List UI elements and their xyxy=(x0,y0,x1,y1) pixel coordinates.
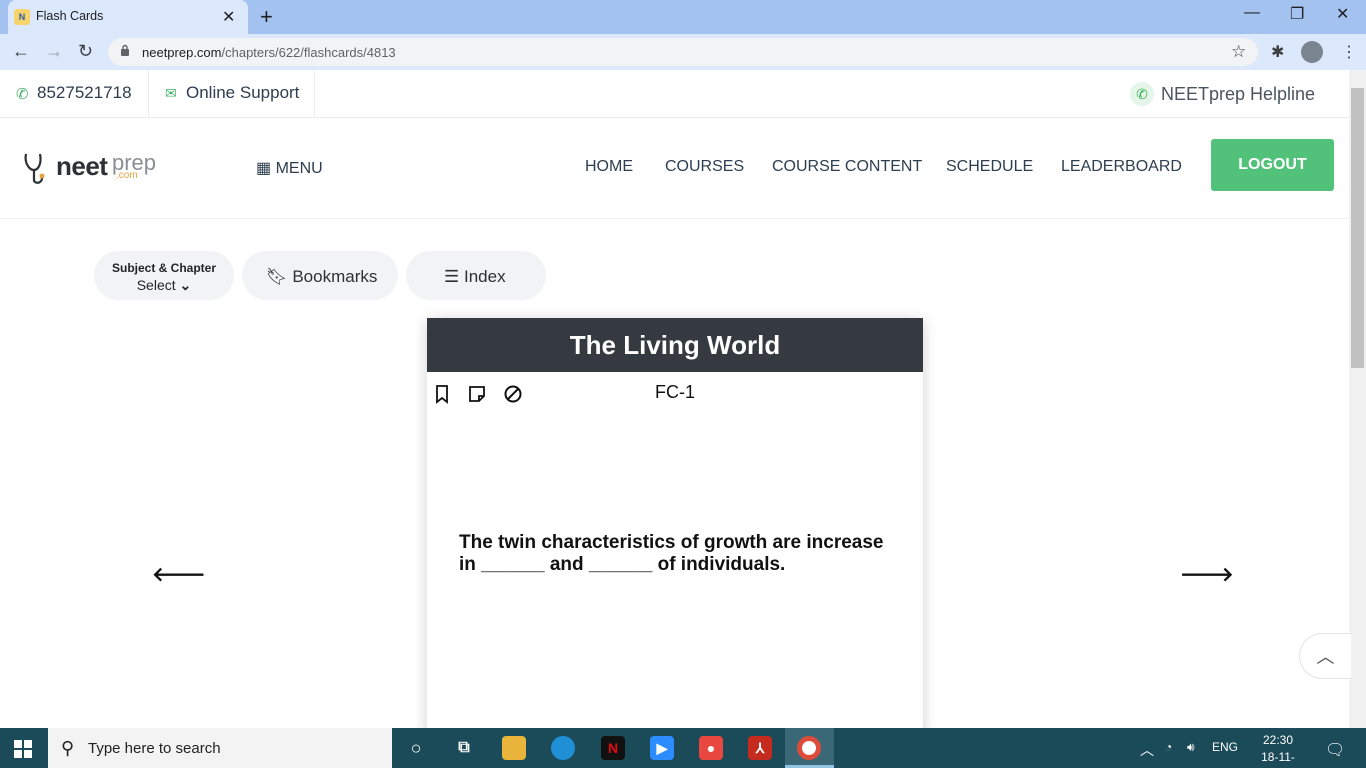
browser-menu-icon[interactable]: ⋮ xyxy=(1341,42,1357,62)
nav-courses[interactable]: COURSES xyxy=(665,158,744,176)
subject-chapter-label: Subject & Chapter xyxy=(111,261,216,275)
extensions-icon[interactable]: ✱ xyxy=(1271,42,1284,62)
clock-date: 18-11-2020 xyxy=(1261,750,1295,768)
bookmarks-button-content[interactable]: 🔖︎ Bookmarks xyxy=(266,267,377,287)
back-icon[interactable]: ← xyxy=(12,41,30,62)
taskbar-search-placeholder[interactable]: Type here to search xyxy=(88,740,221,757)
flash-card[interactable] xyxy=(427,318,923,738)
flashcard-question: The twin characteristics of growth are i… xyxy=(459,532,884,575)
windows-start-icon[interactable] xyxy=(14,740,32,758)
chevron-down-icon: ⌄ xyxy=(179,277,192,293)
online-support-link[interactable]: Online Support xyxy=(186,83,299,103)
tab-title[interactable]: Flash Cards xyxy=(36,9,103,23)
show-hidden-icons-icon[interactable]: ︿ xyxy=(1140,740,1154,760)
divider xyxy=(148,70,149,118)
acrobat-icon[interactable]: ⅄ xyxy=(748,736,772,760)
scroll-to-top-button[interactable]: ︿ xyxy=(1299,633,1351,679)
volume-icon[interactable]: 🔊︎ xyxy=(1187,740,1195,755)
restore-icon[interactable]: ❐ xyxy=(1290,4,1304,24)
minimize-icon[interactable]: — xyxy=(1244,4,1260,22)
recorder-app-icon[interactable]: ● xyxy=(699,736,723,760)
header-divider xyxy=(0,218,1349,219)
nav-schedule[interactable]: SCHEDULE xyxy=(946,158,1033,176)
zoom-icon[interactable]: ▶ xyxy=(650,736,674,760)
close-tab-icon[interactable]: ✕ xyxy=(222,7,235,27)
subject-select-value[interactable]: Select ⌄ xyxy=(94,277,234,294)
url-text[interactable]: neetprep.com/chapters/622/flashcards/481… xyxy=(142,45,396,60)
logo-text[interactable]: neet xyxy=(56,151,108,182)
nav-leaderboard[interactable]: LEADERBOARD xyxy=(1061,158,1182,176)
nav-course-content[interactable]: COURSE CONTENT xyxy=(772,158,922,176)
bookmark-star-icon[interactable]: ☆ xyxy=(1231,42,1246,62)
logout-button[interactable]: LOGOUT xyxy=(1211,139,1334,191)
phone-icon: ✆ xyxy=(16,86,29,103)
index-button-content[interactable]: ☰ Index xyxy=(444,267,506,287)
search-icon: ⚲ xyxy=(61,738,75,758)
window-close-icon[interactable]: ✕ xyxy=(1336,4,1349,24)
bookmark-icon: 🔖︎ xyxy=(266,267,288,286)
language-indicator[interactable]: ENG xyxy=(1212,740,1238,754)
netflix-icon[interactable]: N xyxy=(601,736,625,760)
chrome-icon[interactable] xyxy=(797,736,821,760)
reload-icon[interactable]: ↻ xyxy=(78,41,93,62)
next-card-icon[interactable]: 🡒 xyxy=(1180,562,1234,587)
divider xyxy=(314,70,315,118)
mail-icon: ✉ xyxy=(165,85,177,101)
cortana-icon[interactable]: ○ xyxy=(404,736,428,760)
helpline-link[interactable]: NEETprep Helpline xyxy=(1161,84,1315,105)
file-explorer-icon[interactable] xyxy=(502,736,526,760)
grid-icon: ▦ xyxy=(256,160,272,177)
previous-card-icon[interactable]: 🡐 xyxy=(152,562,206,587)
clock[interactable]: 22:30 18-11-2020 xyxy=(1250,732,1306,768)
edge-browser-icon[interactable] xyxy=(551,736,575,760)
phone-number[interactable]: 8527521718 xyxy=(37,83,132,103)
logo-text-com: .com xyxy=(116,170,138,181)
stethoscope-logo-icon xyxy=(24,153,45,184)
menu-button[interactable]: ▦ MENU xyxy=(256,158,323,178)
clock-time: 22:30 xyxy=(1262,733,1294,747)
page-scrollbar-thumb[interactable] xyxy=(1351,88,1364,368)
task-view-icon[interactable]: ⧉ xyxy=(452,736,476,760)
notifications-icon[interactable]: 🗨︎ xyxy=(1325,740,1345,760)
wifi-icon[interactable]: ◔ xyxy=(1165,740,1172,754)
nav-home[interactable]: HOME xyxy=(585,158,633,176)
favicon-icon: N xyxy=(14,9,30,25)
chevron-up-icon: ︿ xyxy=(1316,647,1335,667)
whatsapp-icon[interactable]: ✆ xyxy=(1130,82,1154,106)
profile-avatar[interactable] xyxy=(1301,41,1323,63)
new-tab-icon[interactable]: + xyxy=(260,4,273,30)
lock-icon xyxy=(121,44,129,56)
list-icon: ☰ xyxy=(444,267,460,286)
flashcard-number: FC-1 xyxy=(655,382,695,402)
forward-icon[interactable]: → xyxy=(45,41,63,62)
card-title: The Living World xyxy=(427,318,923,372)
